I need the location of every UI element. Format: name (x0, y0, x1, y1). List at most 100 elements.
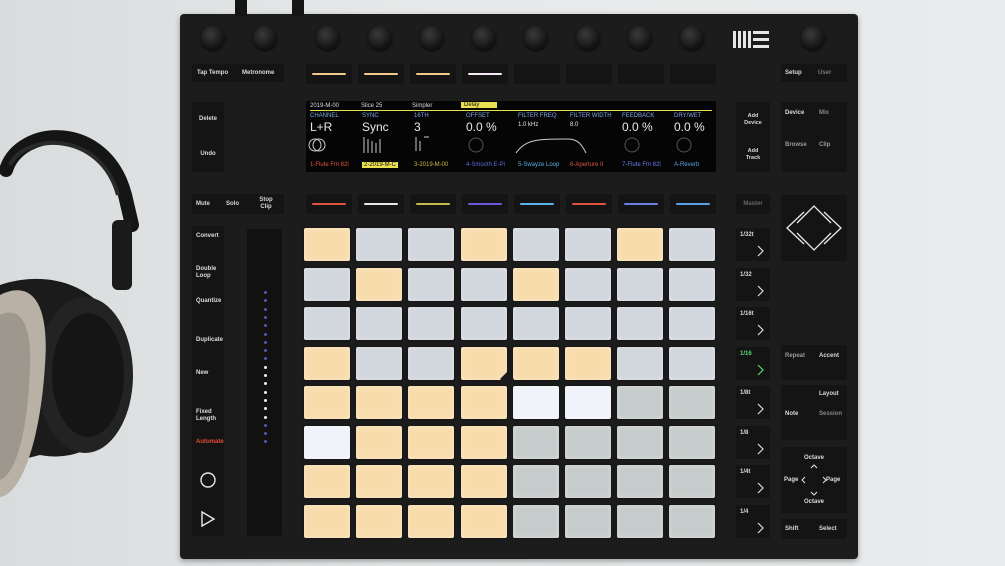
metronome-button[interactable]: Metronome (242, 70, 274, 77)
note-button[interactable]: Note (785, 411, 798, 418)
pad-r3-c5[interactable] (512, 307, 559, 340)
tap-tempo-button[interactable]: Tap Tempo (197, 70, 228, 77)
touch-strip[interactable] (247, 229, 282, 536)
new-button[interactable]: New (196, 370, 208, 377)
fixed-length-button[interactable]: Fixed Length (196, 409, 218, 423)
setup-button[interactable]: Setup (785, 70, 802, 77)
pad-r4-c6[interactable] (565, 346, 611, 380)
pad-r1-c5[interactable] (512, 228, 559, 261)
pad-r8-c3[interactable] (408, 504, 455, 538)
pad-r7-c8[interactable] (669, 465, 716, 498)
pad-r5-c3[interactable] (408, 386, 455, 419)
encoder-knob[interactable] (576, 26, 600, 50)
scene-button-6[interactable]: 1/8 (736, 425, 770, 459)
pad-r2-c2[interactable] (356, 267, 403, 301)
device-button[interactable]: Device (785, 110, 804, 117)
pad-r5-c2[interactable] (356, 386, 403, 419)
play-icon[interactable] (200, 510, 216, 528)
pad-r4-c5[interactable] (512, 346, 559, 380)
pad-r8-c1[interactable] (304, 504, 350, 538)
encoder-knob[interactable] (524, 26, 548, 50)
pad-r5-c6[interactable] (565, 386, 611, 419)
pad-r8-c7[interactable] (617, 504, 664, 538)
track-name[interactable]: 6-Aperture II (570, 162, 603, 168)
pad-r2-c7[interactable] (617, 267, 664, 301)
stop-clip-button[interactable]: Stop Clip (256, 197, 276, 211)
pad-r3-c1[interactable] (304, 307, 350, 340)
pad-r4-c3[interactable] (408, 346, 455, 380)
pad-r3-c8[interactable] (669, 307, 716, 340)
track-name[interactable]: 2-2019-M-C (362, 162, 399, 168)
delete-button[interactable]: Delete (199, 116, 217, 123)
pad-r8-c8[interactable] (669, 504, 716, 538)
track-name[interactable]: A-Reverb (674, 162, 699, 168)
master-volume-knob[interactable] (801, 26, 825, 50)
pad-r8-c4[interactable] (460, 504, 507, 538)
scene-button-5[interactable]: 1/8t (736, 386, 770, 419)
pad-r2-c8[interactable] (669, 267, 716, 301)
pad-r8-c6[interactable] (565, 504, 611, 538)
track-state-button-8[interactable] (670, 194, 716, 214)
pad-r7-c5[interactable] (512, 465, 559, 498)
session-button[interactable]: Session (819, 411, 842, 418)
scene-button-2[interactable]: 1/32 (736, 267, 770, 301)
repeat-button[interactable]: Repeat (785, 353, 805, 360)
track-name[interactable]: 3-2019-M-00 (414, 162, 448, 168)
pad-r6-c7[interactable] (617, 425, 664, 459)
pad-r7-c2[interactable] (356, 465, 403, 498)
pad-r8-c2[interactable] (356, 504, 403, 538)
pad-r7-c7[interactable] (617, 465, 664, 498)
pad-r8-c5[interactable] (512, 504, 559, 538)
pad-r1-c6[interactable] (565, 228, 611, 261)
pad-r2-c3[interactable] (408, 267, 455, 301)
undo-button[interactable]: Undo (200, 151, 215, 158)
track-select-button-2[interactable] (358, 64, 404, 84)
scene-button-1[interactable]: 1/32t (736, 228, 770, 261)
pad-r2-c5[interactable] (512, 267, 559, 301)
pad-r1-c1[interactable] (304, 228, 350, 261)
convert-button[interactable]: Convert (196, 233, 219, 240)
mute-button[interactable]: Mute (196, 201, 210, 208)
scene-button-7[interactable]: 1/4t (736, 465, 770, 498)
pad-r3-c2[interactable] (356, 307, 403, 340)
track-name[interactable]: 1-Flute Fm 82l (310, 162, 349, 168)
record-icon[interactable] (199, 471, 217, 489)
pad-r1-c7[interactable] (617, 228, 664, 261)
double-loop-button[interactable]: Double Loop (196, 266, 218, 280)
encoder-knob[interactable] (472, 26, 496, 50)
track-name[interactable]: 4-Smooth E-Pi (466, 162, 505, 168)
scene-button-3[interactable]: 1/16t (736, 307, 770, 340)
accent-button[interactable]: Accent (819, 353, 839, 360)
pad-r7-c6[interactable] (565, 465, 611, 498)
quantize-button[interactable]: Quantize (196, 298, 221, 305)
layout-button[interactable]: Layout (819, 391, 839, 398)
pad-r5-c7[interactable] (617, 386, 664, 419)
pad-r3-c3[interactable] (408, 307, 455, 340)
pad-r4-c8[interactable] (669, 346, 716, 380)
pad-r4-c2[interactable] (356, 346, 403, 380)
pad-r6-c3[interactable] (408, 425, 455, 459)
pad-r4-c7[interactable] (617, 346, 664, 380)
pad-r5-c4[interactable] (460, 386, 507, 419)
mix-button[interactable]: Mix (819, 110, 829, 117)
pad-r5-c1[interactable] (304, 386, 350, 419)
pad-r6-c5[interactable] (512, 425, 559, 459)
track-state-button-7[interactable] (618, 194, 664, 214)
pad-r5-c8[interactable] (669, 386, 716, 419)
track-name[interactable]: 5-Swayze Loop (518, 162, 559, 168)
browse-button[interactable]: Browse (785, 142, 807, 149)
pad-r1-c4[interactable] (460, 228, 507, 261)
dpad-arrows-icon[interactable] (781, 195, 847, 261)
pad-r2-c1[interactable] (304, 267, 350, 301)
pad-r6-c1[interactable] (304, 425, 350, 459)
encoder-knob[interactable] (628, 26, 652, 50)
swing-knob[interactable] (253, 26, 277, 50)
track-select-button-5[interactable] (514, 64, 560, 84)
encoder-knob[interactable] (420, 26, 444, 50)
pad-r3-c4[interactable] (460, 307, 507, 340)
automate-button[interactable]: Automate (196, 439, 224, 446)
track-state-button-4[interactable] (462, 194, 508, 214)
track-state-button-2[interactable] (358, 194, 404, 214)
pad-r6-c8[interactable] (669, 425, 716, 459)
track-select-button-1[interactable] (306, 64, 352, 84)
